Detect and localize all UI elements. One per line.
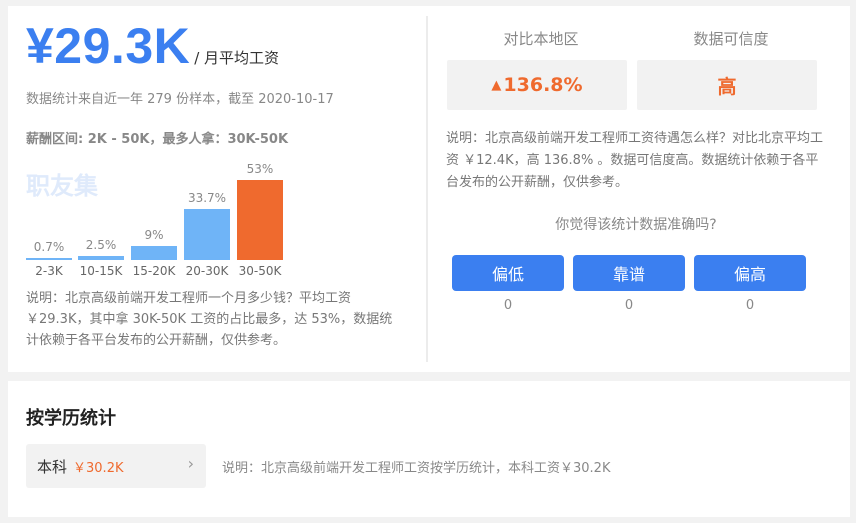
chart-category-label: 30-50K <box>238 264 282 278</box>
salary-unit: / 月平均工资 <box>194 49 280 67</box>
salary-description: 说明：北京高级前端开发工程师一个月多少钱？平均工资￥29.3K，其中拿 30K-… <box>26 291 393 348</box>
arrow-up-icon: ▲ <box>491 77 502 93</box>
chart-data-label: 2.5% <box>85 238 117 252</box>
chart-bar <box>78 256 124 260</box>
sample-info: 数据统计来自近一年 279 份样本，截至 2020-10-17 <box>26 92 334 107</box>
chart-data-label: 53% <box>246 162 274 176</box>
chart-category-label: 10-15K <box>79 264 123 278</box>
education-salary: ￥30.2K <box>73 460 124 476</box>
education-description: 说明：北京高级前端开发工程师工资按学历统计，本科工资￥30.2K <box>222 461 611 476</box>
chart-bar <box>184 209 230 260</box>
education-item-bachelor[interactable]: 本科 ￥30.2K › <box>26 444 206 488</box>
vote-low-count: 0 <box>503 298 513 313</box>
chart-category-label: 2-3K <box>35 264 63 278</box>
region-compare-percent: 136.8% <box>503 74 583 96</box>
region-compare-value: ▲ 136.8% <box>447 60 627 110</box>
chart-bar <box>26 258 72 260</box>
compare-description: 说明：北京高级前端开发工程师工资待遇怎么样？对比北京平均工资 ￥12.4K，高 … <box>446 131 824 190</box>
chart-data-label: 0.7% <box>33 240 65 254</box>
credibility-heading: 数据可信度 <box>693 30 769 48</box>
section-divider <box>426 16 428 362</box>
chart-category-label: 20-30K <box>185 264 229 278</box>
chart-bar <box>237 180 283 260</box>
region-compare-heading: 对比本地区 <box>503 30 579 48</box>
vote-reliable-button[interactable]: 靠谱 <box>573 255 685 291</box>
average-salary: ¥29.3K / 月平均工资 <box>26 20 279 72</box>
vote-low-button[interactable]: 偏低 <box>452 255 564 291</box>
salary-distribution-chart: 0.7% 2-3K 2.5% 10-15K 9% 15-20K 33.7% 20-30K 53%… <box>26 150 316 280</box>
vote-high-count: 0 <box>745 298 755 313</box>
chart-bar <box>131 246 177 260</box>
accuracy-question: 你觉得该统计数据准确吗? <box>555 217 717 233</box>
education-title: 按学历统计 <box>26 408 116 429</box>
chart-category-label: 15-20K <box>132 264 176 278</box>
credibility-value: 高 <box>637 60 817 110</box>
vote-reliable-count: 0 <box>624 298 634 313</box>
vote-high-button[interactable]: 偏高 <box>694 255 806 291</box>
education-name: 本科 <box>37 457 68 476</box>
salary-range: 薪酬区间: 2K - 50K，最多人拿：30K-50K <box>26 132 289 147</box>
chart-data-label: 33.7% <box>187 191 227 205</box>
chart-data-label: 9% <box>144 228 164 242</box>
salary-value: ¥29.3K <box>26 18 191 74</box>
chevron-right-icon: › <box>187 454 194 473</box>
